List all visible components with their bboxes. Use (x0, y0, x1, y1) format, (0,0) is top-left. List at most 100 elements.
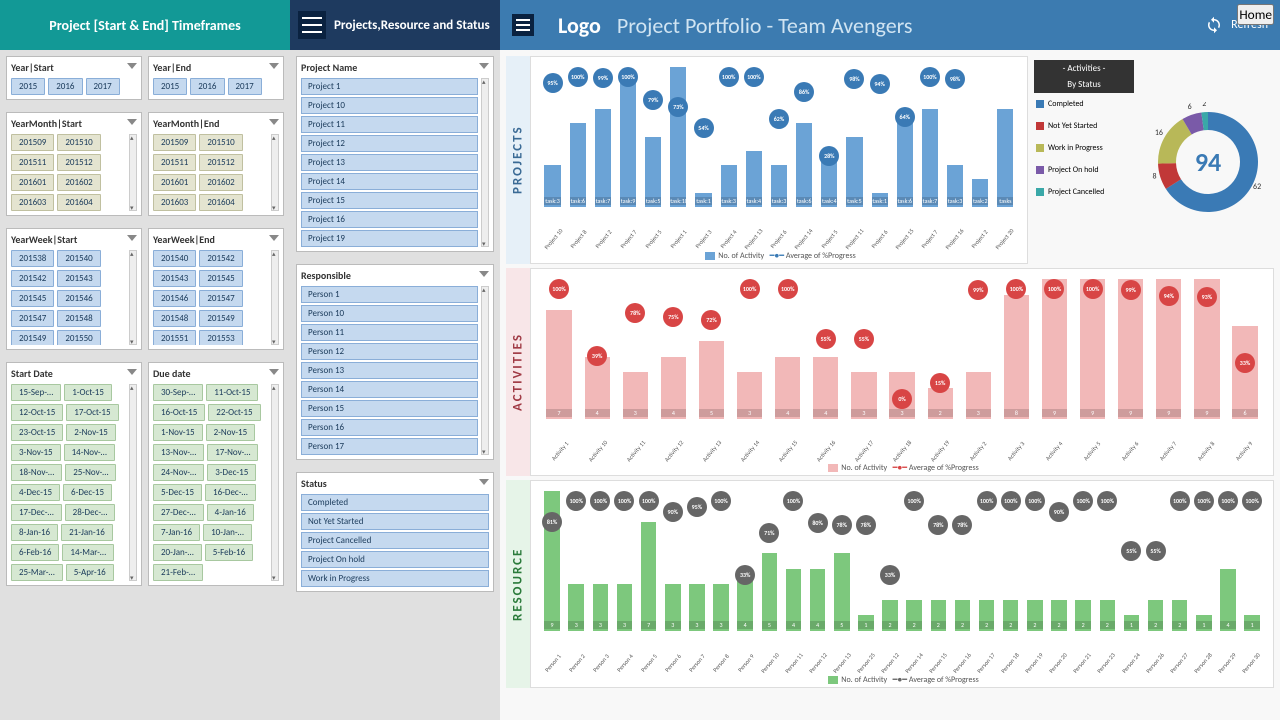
slicer-option[interactable]: Project 11 (301, 116, 478, 133)
slicer-option[interactable]: 201545 (11, 290, 54, 307)
slicer-year-start[interactable]: Year|Start 201520162017 (6, 56, 142, 100)
slicer-option[interactable]: Person 1 (301, 286, 478, 303)
filter-icon[interactable] (269, 119, 279, 129)
slicer-option[interactable]: 2016 (190, 78, 224, 95)
slicer-option[interactable]: 201540 (153, 250, 196, 267)
slicer-option[interactable]: 201546 (153, 290, 196, 307)
slicer-option[interactable]: Project 19 (301, 230, 478, 247)
slicer-option[interactable]: 17-Dec-… (11, 504, 62, 521)
slicer-option[interactable]: 201543 (153, 270, 196, 287)
slicer-option[interactable]: 22-Oct-15 (208, 404, 260, 421)
slicer-option[interactable]: 201510 (199, 134, 242, 151)
slicer-option[interactable]: 3-Nov-15 (11, 444, 61, 461)
slicer-option[interactable]: 18-Nov-… (11, 464, 62, 481)
slicer-option[interactable]: 16-Dec-… (205, 484, 256, 501)
filter-icon[interactable] (479, 63, 489, 73)
filter-icon[interactable] (127, 369, 137, 379)
slicer-option[interactable]: Project 1 (301, 78, 478, 95)
slicer-option[interactable]: 25-Mar-… (11, 564, 63, 581)
slicer-project-name[interactable]: Project Name Project 1Project 10Project … (296, 56, 494, 252)
hamburger-icon[interactable] (512, 14, 534, 36)
slicer-option[interactable]: 201603 (11, 194, 54, 211)
slicer-option[interactable]: Person 11 (301, 324, 478, 341)
projects-chart[interactable]: task:395%task:6100%task:799%task:9100%ta… (530, 56, 1028, 264)
slicer-option[interactable]: 23-Oct-15 (11, 424, 63, 441)
slicer-option[interactable]: 201550 (57, 330, 100, 345)
hamburger-icon[interactable] (298, 11, 326, 39)
slicer-option[interactable]: 6-Feb-16 (11, 544, 59, 561)
slicer-start-date[interactable]: Start Date 15-Sep-…1-Oct-1512-Oct-1517-O… (6, 362, 142, 586)
slicer-option[interactable]: 201601 (153, 174, 196, 191)
slicer-option[interactable]: 201542 (11, 270, 54, 287)
slicer-option[interactable]: Person 15 (301, 400, 478, 417)
slicer-yearweek-end[interactable]: YearWeek|End 201540201542201543201545201… (148, 228, 284, 350)
slicer-option[interactable]: Project 16 (301, 211, 478, 228)
scrollbar[interactable] (481, 286, 489, 455)
slicer-option[interactable]: 201604 (57, 194, 100, 211)
slicer-option[interactable]: 201603 (153, 194, 196, 211)
slicer-year-end[interactable]: Year|End 201520162017 (148, 56, 284, 100)
slicer-yearweek-start[interactable]: YearWeek|Start 2015382015402015422015432… (6, 228, 142, 350)
slicer-option[interactable]: 14-Nov-… (64, 444, 115, 461)
slicer-option[interactable]: 201511 (11, 154, 54, 171)
slicer-option[interactable]: 21-Jan-16 (61, 524, 113, 541)
slicer-option[interactable]: 201512 (57, 154, 100, 171)
scrollbar[interactable] (271, 134, 279, 211)
slicer-option[interactable]: Person 17 (301, 438, 478, 455)
slicer-option[interactable]: Project 13 (301, 154, 478, 171)
filter-icon[interactable] (269, 369, 279, 379)
slicer-option[interactable]: 10-Jan-… (203, 524, 252, 541)
slicer-option[interactable]: 201542 (199, 250, 242, 267)
slicer-option[interactable]: 201547 (199, 290, 242, 307)
slicer-option[interactable]: 201548 (57, 310, 100, 327)
slicer-option[interactable]: Project 14 (301, 173, 478, 190)
slicer-option[interactable]: 24-Nov-… (153, 464, 204, 481)
slicer-option[interactable]: 2016 (48, 78, 82, 95)
slicer-option[interactable]: 14-Mar-… (62, 544, 114, 561)
slicer-option[interactable]: 201549 (11, 330, 54, 345)
slicer-option[interactable]: 27-Dec-… (153, 504, 204, 521)
slicer-option[interactable]: 201553 (199, 330, 242, 345)
scrollbar[interactable] (481, 78, 489, 247)
slicer-option[interactable]: 201548 (153, 310, 196, 327)
slicer-option[interactable]: 17-Oct-15 (66, 404, 118, 421)
slicer-option[interactable]: Person 16 (301, 419, 478, 436)
home-button[interactable]: Home (1237, 4, 1274, 25)
slicer-due-date[interactable]: Due date 30-Sep-…11-Oct-1516-Oct-1522-Oc… (148, 362, 284, 586)
filter-icon[interactable] (479, 479, 489, 489)
slicer-option[interactable]: Project 12 (301, 135, 478, 152)
slicer-option[interactable]: 6-Dec-15 (63, 484, 112, 501)
slicer-option[interactable]: Project 10 (301, 97, 478, 114)
slicer-option[interactable]: Person 14 (301, 381, 478, 398)
slicer-option[interactable]: 13-Nov-… (153, 444, 204, 461)
slicer-option[interactable]: 17-Nov-… (207, 444, 258, 461)
slicer-option[interactable]: 201601 (11, 174, 54, 191)
slicer-option[interactable]: 2-Nov-15 (66, 424, 116, 441)
filter-icon[interactable] (127, 235, 137, 245)
slicer-option[interactable]: 201604 (199, 194, 242, 211)
slicer-option[interactable]: 201543 (57, 270, 100, 287)
donut-chart[interactable]: 6281662 94 (1142, 60, 1274, 264)
slicer-option[interactable]: 201549 (199, 310, 242, 327)
slicer-yearmonth-start[interactable]: YearMonth|Start 201509201510201511201512… (6, 112, 142, 216)
slicer-option[interactable]: 21-Feb-… (153, 564, 203, 581)
filter-icon[interactable] (127, 63, 137, 73)
slicer-yearmonth-end[interactable]: YearMonth|End 20150920151020151120151220… (148, 112, 284, 216)
slicer-option[interactable]: 201509 (11, 134, 54, 151)
scrollbar[interactable] (271, 384, 279, 581)
slicer-option[interactable]: 201512 (199, 154, 242, 171)
slicer-option[interactable]: 201602 (57, 174, 100, 191)
filter-icon[interactable] (269, 235, 279, 245)
slicer-option[interactable]: 20-Jan-… (153, 544, 202, 561)
filter-icon[interactable] (127, 119, 137, 129)
slicer-option[interactable]: Project On hold (301, 551, 489, 568)
slicer-option[interactable]: 8-Jan-16 (11, 524, 58, 541)
scrollbar[interactable] (271, 250, 279, 345)
slicer-option[interactable]: 2015 (11, 78, 45, 95)
slicer-option[interactable]: Person 12 (301, 343, 478, 360)
slicer-option[interactable]: 2-Nov-15 (206, 424, 256, 441)
slicer-option[interactable]: 201510 (57, 134, 100, 151)
slicer-option[interactable]: 201509 (153, 134, 196, 151)
activities-chart[interactable]: 7100%439%378%475%572%3100%4100%455%355%3… (530, 268, 1274, 476)
slicer-option[interactable]: 1-Nov-15 (153, 424, 203, 441)
